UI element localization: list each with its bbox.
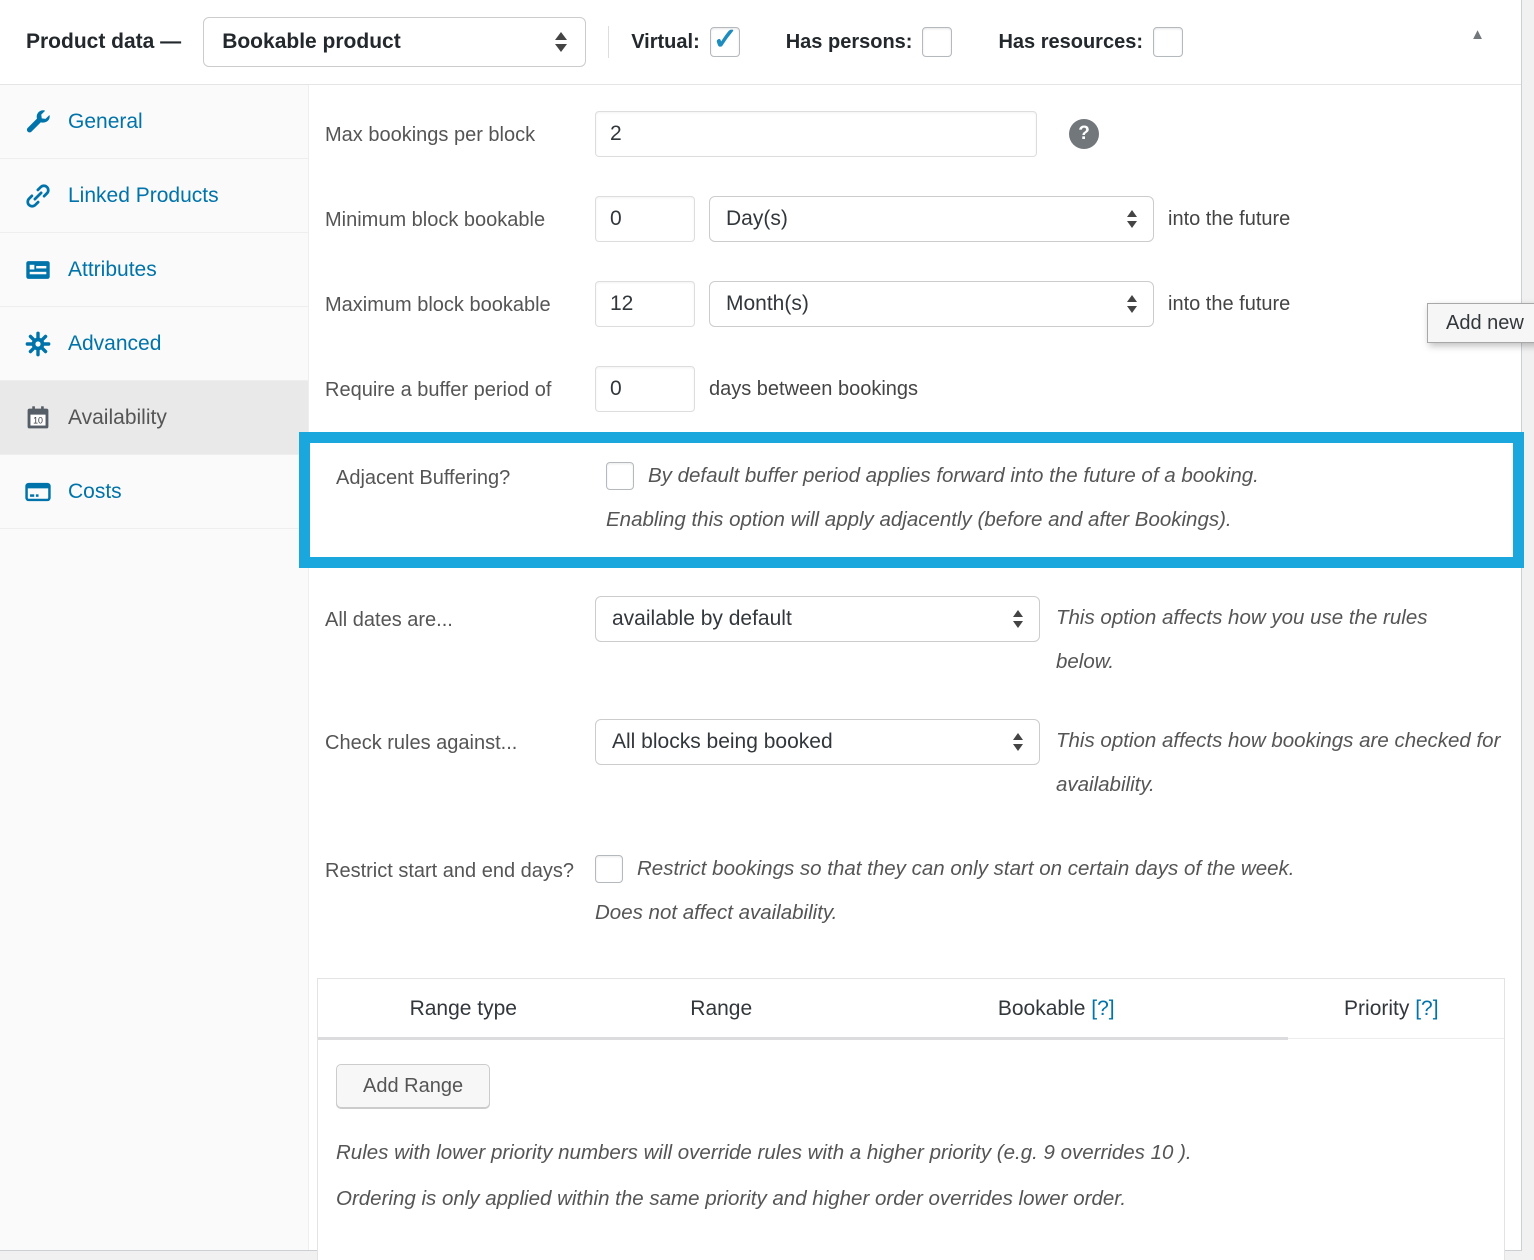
check-rules-label: Check rules against... — [325, 719, 595, 765]
add-new-button[interactable]: Add new — [1427, 303, 1534, 343]
buffer-period-input[interactable] — [595, 366, 695, 412]
select-arrows-icon — [1127, 295, 1137, 313]
max-bookings-label: Max bookings per block — [325, 111, 595, 157]
has-resources-checkbox[interactable] — [1153, 27, 1183, 57]
help-icon[interactable]: ? — [1069, 119, 1099, 149]
restrict-days-desc-line1: Restrict bookings so that they can only … — [637, 847, 1294, 891]
panel-body: General Linked Products Attributes — [0, 85, 1521, 1250]
column-range-type: Range type — [318, 997, 609, 1021]
has-persons-label: Has persons: — [786, 31, 913, 54]
add-range-button[interactable]: Add Range — [336, 1064, 490, 1108]
buffer-period-row: Require a buffer period of days between … — [325, 366, 1521, 412]
check-rules-row: Check rules against... All blocks being … — [325, 719, 1521, 807]
restrict-days-row: Restrict start and end days? Restrict bo… — [325, 847, 1521, 935]
maximum-block-input[interactable] — [595, 281, 695, 327]
check-rules-select[interactable]: All blocks being booked — [595, 719, 1040, 765]
gear-icon — [25, 331, 51, 357]
minimum-block-input[interactable] — [595, 196, 695, 242]
product-data-panel: Product data — Bookable product Virtual:… — [0, 0, 1522, 1251]
has-resources-toggle: Has resources: — [998, 27, 1183, 57]
product-data-tabs: General Linked Products Attributes — [0, 85, 309, 1250]
tab-attributes[interactable]: Attributes — [0, 233, 308, 307]
restrict-days-checkbox[interactable] — [595, 855, 623, 883]
adjacent-buffering-desc-line1: By default buffer period applies forward… — [648, 454, 1259, 498]
max-bookings-row: Max bookings per block ? — [325, 111, 1521, 157]
buffer-period-label: Require a buffer period of — [325, 366, 595, 412]
all-dates-description: This option affects how you use the rule… — [1056, 596, 1476, 684]
priority-rules-note: Rules with lower priority numbers will o… — [336, 1130, 1246, 1222]
tab-label: Costs — [68, 480, 122, 504]
availability-rules-table: Range type Range Bookable [?] Priority [… — [317, 978, 1505, 1260]
adjacent-buffering-highlight: Adjacent Buffering? By default buffer pe… — [299, 432, 1524, 568]
link-icon — [25, 183, 51, 209]
tab-advanced[interactable]: Advanced — [0, 307, 308, 381]
select-arrows-icon — [1127, 210, 1137, 228]
restrict-days-desc-line2: Does not affect availability. — [595, 891, 1521, 935]
virtual-toggle: Virtual: ✓ — [631, 27, 740, 57]
minimum-block-unit-select[interactable]: Day(s) — [709, 196, 1154, 242]
panel-title: Product data — — [26, 30, 181, 54]
tab-label: Attributes — [68, 258, 157, 282]
unit-value: Day(s) — [726, 207, 788, 231]
tab-label: Linked Products — [68, 184, 219, 208]
tab-linked-products[interactable]: Linked Products — [0, 159, 308, 233]
tab-label: Advanced — [68, 332, 161, 356]
attributes-card-icon — [25, 257, 51, 283]
credit-card-icon — [25, 479, 51, 505]
minimum-block-suffix: into the future — [1168, 196, 1290, 242]
all-dates-label: All dates are... — [325, 596, 595, 642]
all-dates-row: All dates are... available by default Th… — [325, 596, 1521, 684]
priority-help-link[interactable]: [?] — [1415, 997, 1438, 1020]
has-resources-label: Has resources: — [998, 31, 1143, 54]
has-persons-toggle: Has persons: — [786, 27, 953, 57]
maximum-block-label: Maximum block bookable — [325, 281, 595, 327]
maximum-block-unit-select[interactable]: Month(s) — [709, 281, 1154, 327]
virtual-checkbox[interactable]: ✓ — [710, 27, 740, 57]
column-bookable: Bookable [?] — [834, 997, 1279, 1021]
check-icon: ✓ — [713, 22, 738, 57]
tab-label: General — [68, 110, 143, 134]
select-arrows-icon — [1013, 610, 1023, 628]
minimum-block-row: Minimum block bookable Day(s) into the f… — [325, 196, 1521, 242]
svg-text:10: 10 — [33, 415, 43, 425]
product-data-metabox: Product data — Bookable product Virtual:… — [0, 0, 1534, 1260]
wrench-icon — [25, 109, 51, 135]
adjacent-buffering-label: Adjacent Buffering? — [336, 454, 606, 542]
maximum-block-row: Maximum block bookable Month(s) into the… — [325, 281, 1521, 327]
table-header: Range type Range Bookable [?] Priority [… — [318, 979, 1504, 1039]
restrict-days-label: Restrict start and end days? — [325, 847, 595, 893]
maximum-block-suffix: into the future — [1168, 281, 1290, 327]
adjacent-buffering-desc-line2: Enabling this option will apply adjacent… — [606, 498, 1503, 542]
all-dates-value: available by default — [612, 607, 792, 631]
product-type-value: Bookable product — [222, 30, 401, 54]
bookable-help-link[interactable]: [?] — [1091, 997, 1114, 1020]
column-priority: Priority [?] — [1279, 997, 1504, 1021]
restrict-days-field: Restrict bookings so that they can only … — [595, 847, 1521, 935]
tab-costs[interactable]: Costs — [0, 455, 308, 529]
tab-label: Availability — [68, 406, 167, 430]
select-arrows-icon — [555, 32, 567, 52]
buffer-period-suffix: days between bookings — [709, 366, 918, 412]
adjacent-buffering-checkbox[interactable] — [606, 462, 634, 490]
minimum-block-label: Minimum block bookable — [325, 196, 595, 242]
calendar-icon: 10 — [25, 405, 51, 431]
product-type-select[interactable]: Bookable product — [203, 17, 586, 67]
column-range: Range — [609, 997, 834, 1021]
check-rules-value: All blocks being booked — [612, 730, 833, 754]
has-persons-checkbox[interactable] — [922, 27, 952, 57]
header-divider — [608, 26, 609, 58]
collapse-panel-icon[interactable]: ▲ — [1470, 26, 1485, 43]
adjacent-buffering-field: By default buffer period applies forward… — [606, 454, 1503, 542]
tab-general[interactable]: General — [0, 85, 308, 159]
max-bookings-input[interactable] — [595, 111, 1037, 157]
unit-value: Month(s) — [726, 292, 809, 316]
all-dates-select[interactable]: available by default — [595, 596, 1040, 642]
availability-settings: Max bookings per block ? Minimum block b… — [309, 85, 1521, 1250]
check-rules-description: This option affects how bookings are che… — [1056, 719, 1501, 807]
table-body: Add Range Rules with lower priority numb… — [318, 1039, 1504, 1260]
virtual-label: Virtual: — [631, 31, 700, 54]
select-arrows-icon — [1013, 733, 1023, 751]
tab-availability[interactable]: 10 Availability — [0, 381, 308, 455]
panel-header: Product data — Bookable product Virtual:… — [0, 0, 1521, 85]
